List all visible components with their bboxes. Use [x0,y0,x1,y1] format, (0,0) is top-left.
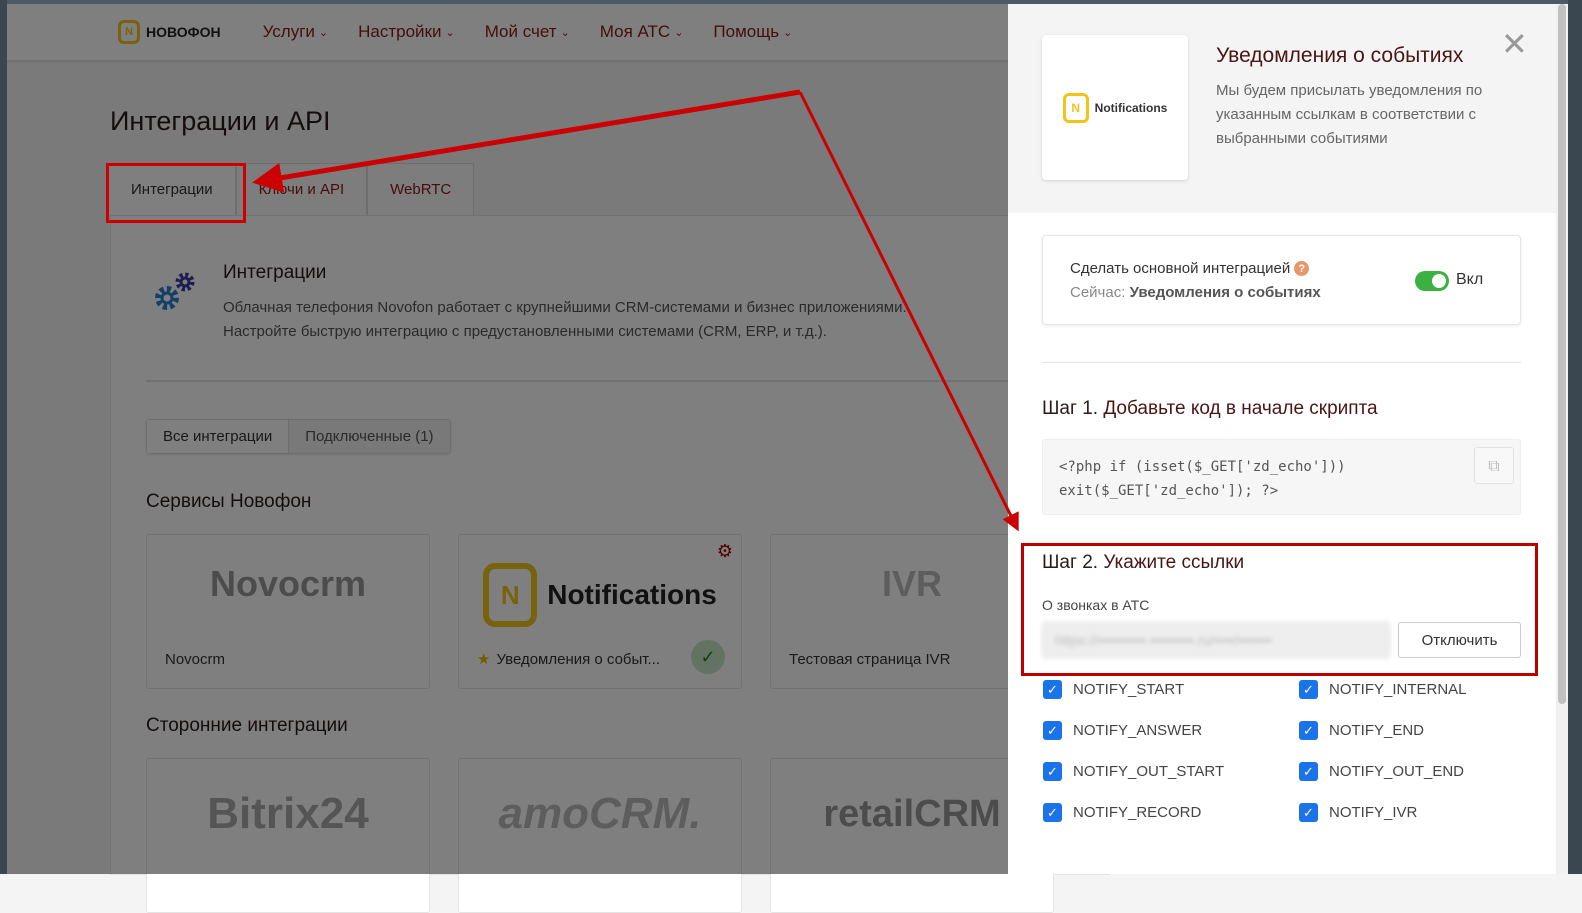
checkbox-label: NOTIFY_OUT_END [1329,763,1465,780]
checkbox-notify-out-end[interactable]: ✓ NOTIFY_OUT_END [1299,762,1464,781]
checkbox-checked-icon: ✓ [1043,803,1062,822]
checkbox-checked-icon: ✓ [1043,680,1062,699]
checkbox-label: NOTIFY_RECORD [1073,804,1202,821]
checkbox-notify-internal[interactable]: ✓ NOTIFY_INTERNAL [1299,680,1467,699]
step1-heading: Шаг 1. Добавьте код в начале скрипта [1042,398,1378,420]
checkbox-checked-icon: ✓ [1043,762,1062,781]
toggle-label: Вкл [1456,271,1484,288]
checkbox-label: NOTIFY_IVR [1329,804,1418,821]
checkbox-label: NOTIFY_ANSWER [1073,722,1203,739]
calls-url-input[interactable]: https://••••••••••.•••••••••.ru/••••/•••… [1042,622,1390,658]
panel-header: N Notifications Уведомления о событиях Мы… [1008,0,1568,213]
step-text: Укажите ссылки [1103,552,1245,573]
main-integration-label: Сделать основной интеграцией? [1070,260,1310,277]
code-block[interactable]: <?php if (isset($_GET['zd_echo'])) exit(… [1042,439,1521,515]
code-line: <?php if (isset($_GET['zd_echo'])) [1059,459,1346,475]
checkbox-checked-icon: ✓ [1299,680,1318,699]
step-prefix: Шаг 2. [1042,552,1099,573]
checkbox-label: NOTIFY_INTERNAL [1329,681,1467,698]
current-value: Уведомления о событиях [1129,284,1321,301]
logo-text: Notifications [1094,100,1168,115]
checkbox-notify-record[interactable]: ✓ NOTIFY_RECORD [1043,803,1201,822]
code-line: exit($_GET['zd_echo']); ?> [1059,483,1279,499]
checkbox-label: NOTIFY_END [1329,722,1425,739]
current-prefix: Сейчас: [1070,284,1126,301]
checkbox-notify-answer[interactable]: ✓ NOTIFY_ANSWER [1043,721,1202,740]
logo-hex-icon: N [1062,92,1089,123]
main-integration-card: Сделать основной интеграцией? Сейчас: Ув… [1042,235,1521,325]
notifications-panel: N Notifications Уведомления о событиях Мы… [1008,0,1568,874]
divider [1042,362,1521,363]
checkbox-label: NOTIFY_START [1073,681,1185,698]
checkbox-checked-icon: ✓ [1299,721,1318,740]
help-icon[interactable]: ? [1294,261,1310,276]
copy-icon[interactable]: ⧉ [1474,447,1514,484]
panel-title: Уведомления о событиях [1216,44,1464,67]
current-integration: Сейчас: Уведомления о событиях [1070,284,1321,301]
window-top-border [0,0,1582,4]
window-right-border [1568,0,1582,874]
panel-logo: N Notifications [1042,35,1188,180]
scrollbar-thumb[interactable] [1558,4,1566,704]
panel-scrollbar[interactable] [1556,0,1568,874]
main-integration-toggle[interactable] [1415,271,1449,291]
label-text: Сделать основной интеграцией [1070,260,1291,277]
window-left-border [0,0,7,874]
step-prefix: Шаг 1. [1042,398,1099,419]
checkbox-notify-end[interactable]: ✓ NOTIFY_END [1299,721,1424,740]
checkbox-label: NOTIFY_OUT_START [1073,763,1225,780]
close-icon[interactable]: ✕ [1501,28,1528,60]
panel-description: Мы будем присылать уведомления по указан… [1216,82,1483,147]
step-text: Добавьте код в начале скрипта [1103,398,1378,419]
checkbox-notify-start[interactable]: ✓ NOTIFY_START [1043,680,1184,699]
checkbox-notify-out-start[interactable]: ✓ NOTIFY_OUT_START [1043,762,1224,781]
checkbox-checked-icon: ✓ [1043,721,1062,740]
calls-label: О звонках в АТС [1042,597,1150,613]
checkbox-checked-icon: ✓ [1299,803,1318,822]
modal-backdrop[interactable] [0,0,1008,874]
checkbox-notify-ivr[interactable]: ✓ NOTIFY_IVR [1299,803,1417,822]
disable-button[interactable]: Отключить [1398,622,1521,658]
step2-heading: Шаг 2. Укажите ссылки [1042,552,1244,574]
checkbox-checked-icon: ✓ [1299,762,1318,781]
